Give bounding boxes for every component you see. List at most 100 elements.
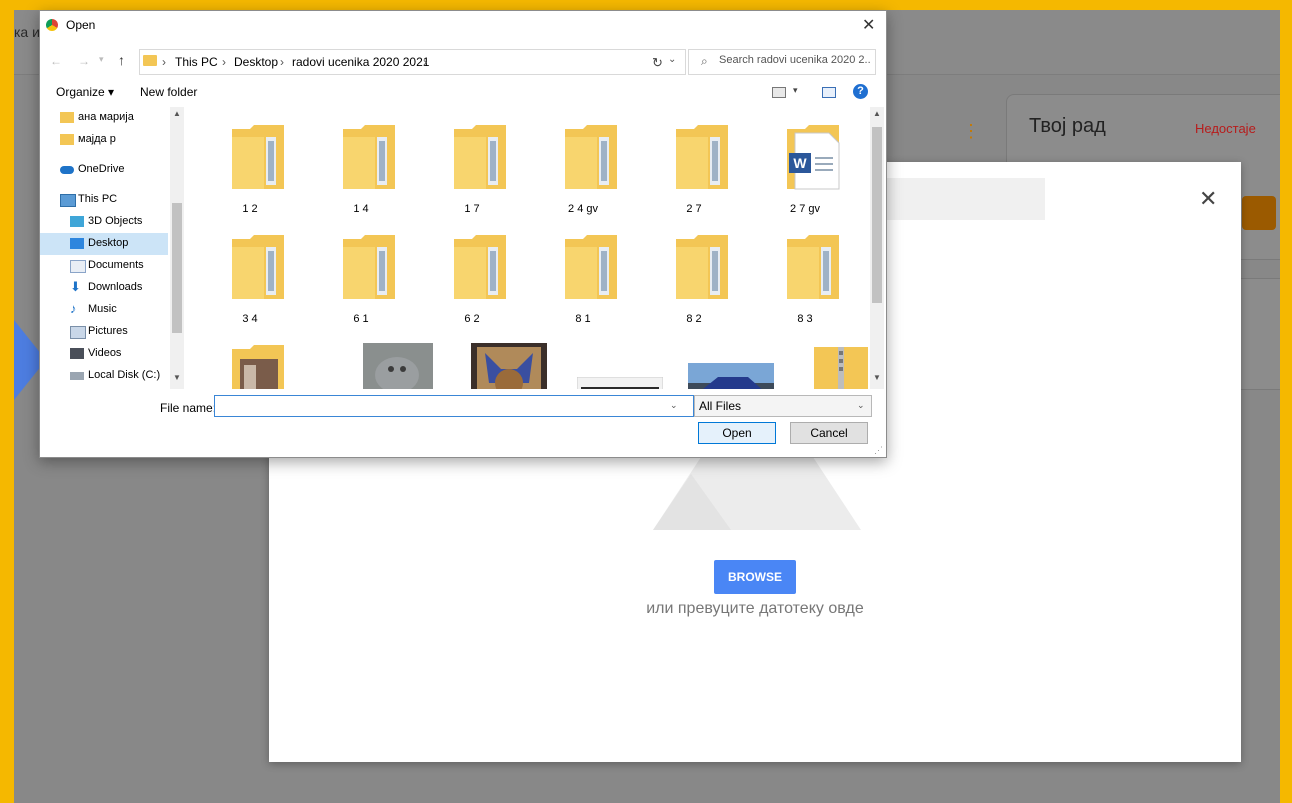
file-list-scrollbar[interactable]: ▲ ▼ bbox=[870, 107, 884, 389]
cloud-icon bbox=[60, 166, 74, 174]
folder-item[interactable]: 1 4 bbox=[311, 111, 411, 215]
more-options-icon[interactable]: ⋮ bbox=[962, 122, 980, 142]
folder-item[interactable]: 2 7 bbox=[644, 111, 744, 215]
folder-item[interactable]: 8 3 bbox=[755, 221, 855, 325]
nav-item-downloads[interactable]: ⬇ Downloads bbox=[40, 277, 168, 299]
chevron-up-icon[interactable]: ▲ bbox=[173, 109, 181, 118]
close-icon[interactable]: ✕ bbox=[862, 15, 875, 35]
nav-item-music[interactable]: ♪ Music bbox=[40, 299, 168, 321]
file-name-label: 8 2 bbox=[686, 313, 702, 325]
folder-icon bbox=[143, 55, 157, 66]
folder-item[interactable]: 6 1 bbox=[311, 221, 411, 325]
svg-text:W: W bbox=[793, 155, 807, 171]
file-name-label: 1 7 bbox=[464, 203, 480, 215]
folder-icon bbox=[454, 125, 506, 189]
breadcrumb-this-pc[interactable]: This PC bbox=[175, 55, 218, 69]
nav-item-label: Videos bbox=[88, 347, 122, 359]
open-button[interactable]: Open bbox=[698, 422, 776, 444]
word-file-item[interactable]: W 2 7 gv bbox=[755, 111, 855, 215]
cat-photo-thumbnail[interactable] bbox=[363, 343, 433, 389]
nav-item-3d-objects[interactable]: 3D Objects bbox=[40, 211, 168, 233]
resize-grip-icon[interactable]: ⋰ bbox=[874, 445, 883, 456]
help-icon[interactable]: ? bbox=[853, 84, 868, 99]
folder-item[interactable]: 1 2 bbox=[200, 111, 300, 215]
view-options-icon[interactable] bbox=[772, 87, 786, 98]
chevron-down-icon[interactable]: ⌄ bbox=[668, 54, 676, 65]
picker-search-bar[interactable] bbox=[869, 178, 1045, 220]
nav-item-majda-r[interactable]: мајда р bbox=[40, 129, 168, 151]
chevron-down-icon[interactable]: ▼ bbox=[873, 373, 881, 382]
folder-icon bbox=[787, 235, 839, 299]
file-name-input[interactable] bbox=[214, 395, 694, 417]
nav-item-onedrive[interactable]: OneDrive bbox=[40, 159, 168, 181]
refresh-icon[interactable]: ↻ bbox=[652, 55, 663, 71]
cat-costume-photo-thumbnail[interactable] bbox=[471, 343, 547, 389]
preview-pane-icon[interactable] bbox=[822, 87, 836, 98]
file-type-select[interactable]: All Files ⌄ bbox=[694, 395, 872, 417]
breadcrumb-current-folder[interactable]: radovi ucenika 2020 2021 bbox=[292, 55, 429, 69]
chevron-right-icon[interactable]: › bbox=[162, 55, 166, 69]
recent-locations-icon[interactable]: ▾ bbox=[99, 54, 104, 65]
organize-button[interactable]: Organize ▾ bbox=[56, 85, 114, 99]
nav-item-documents[interactable]: Documents bbox=[40, 255, 168, 277]
computer-icon bbox=[60, 194, 76, 207]
chevron-right-icon[interactable]: › bbox=[423, 55, 427, 69]
nav-item-this-pc[interactable]: This PC bbox=[40, 189, 168, 211]
nav-item-ana-marija[interactable]: ана марија bbox=[40, 107, 168, 129]
cube-icon bbox=[70, 216, 84, 227]
image-file-item[interactable] bbox=[200, 331, 300, 389]
close-icon[interactable]: ✕ bbox=[1199, 186, 1217, 212]
forward-arrow-icon[interactable]: → bbox=[78, 54, 90, 68]
file-name-label: 8 3 bbox=[797, 313, 813, 325]
folder-item[interactable]: 3 4 bbox=[200, 221, 300, 325]
folder-item[interactable]: 2 4 gv bbox=[533, 111, 633, 215]
chevron-up-icon[interactable]: ▲ bbox=[873, 109, 881, 118]
motorcycle-photo-thumbnail[interactable] bbox=[688, 363, 774, 389]
chevron-right-icon[interactable]: › bbox=[222, 55, 226, 69]
folder-item[interactable]: 8 2 bbox=[644, 221, 744, 325]
address-bar[interactable]: › This PC › Desktop › radovi ucenika 202… bbox=[139, 49, 686, 75]
document-icon bbox=[70, 260, 86, 273]
nav-item-desktop[interactable]: Desktop bbox=[40, 233, 168, 255]
file-name-label: 3 4 bbox=[242, 313, 258, 325]
folder-icon bbox=[565, 125, 617, 189]
nav-item-pictures[interactable]: Pictures bbox=[40, 321, 168, 343]
disk-icon bbox=[70, 372, 84, 380]
nav-scroll-thumb[interactable] bbox=[172, 203, 182, 333]
folder-icon bbox=[565, 235, 617, 299]
folder-icon bbox=[343, 125, 395, 189]
search-box[interactable]: ⌕ bbox=[688, 49, 876, 75]
chevron-right-icon[interactable]: › bbox=[280, 55, 284, 69]
folder-item[interactable]: 8 1 bbox=[533, 221, 633, 325]
screenshot-thumbnail[interactable] bbox=[577, 377, 663, 389]
nav-item-label: мајда р bbox=[78, 133, 116, 145]
zip-folder-icon[interactable] bbox=[812, 343, 868, 389]
word-document-icon: W bbox=[787, 125, 840, 190]
back-arrow-icon[interactable]: ← bbox=[50, 54, 62, 68]
file-list: 1 2 1 4 1 7 2 4 gv 2 7 W 2 7 gv 3 4 6 1 … bbox=[190, 107, 868, 389]
folder-item[interactable]: 1 7 bbox=[422, 111, 522, 215]
nav-item-label: OneDrive bbox=[78, 163, 125, 175]
folder-item[interactable]: 6 2 bbox=[422, 221, 522, 325]
chevron-down-icon[interactable]: ⌄ bbox=[670, 400, 678, 411]
breadcrumb-desktop[interactable]: Desktop bbox=[234, 55, 278, 69]
file-name-label: 1 2 bbox=[242, 203, 258, 215]
search-input[interactable] bbox=[719, 54, 871, 66]
nav-item-local-disk[interactable]: Local Disk (C:) bbox=[40, 365, 168, 387]
cancel-button[interactable]: Cancel bbox=[790, 422, 868, 444]
add-or-create-button[interactable] bbox=[1242, 196, 1276, 230]
chrome-icon bbox=[46, 19, 58, 31]
nav-scrollbar[interactable]: ▲ ▼ bbox=[170, 107, 184, 389]
file-name-label: 1 4 bbox=[353, 203, 369, 215]
up-arrow-icon[interactable]: ↑ bbox=[118, 52, 125, 68]
nav-item-label: Music bbox=[88, 303, 117, 315]
chevron-down-icon[interactable]: ▾ bbox=[793, 85, 798, 96]
dialog-titlebar[interactable]: Open ✕ bbox=[40, 11, 886, 39]
chevron-down-icon[interactable]: ▼ bbox=[173, 373, 181, 382]
music-icon: ♪ bbox=[70, 301, 77, 316]
file-scroll-thumb[interactable] bbox=[872, 127, 882, 303]
browse-button[interactable]: BROWSE bbox=[714, 560, 796, 594]
nav-item-videos[interactable]: Videos bbox=[40, 343, 168, 365]
new-folder-button[interactable]: New folder bbox=[140, 85, 197, 99]
nav-item-label: Pictures bbox=[88, 325, 128, 337]
